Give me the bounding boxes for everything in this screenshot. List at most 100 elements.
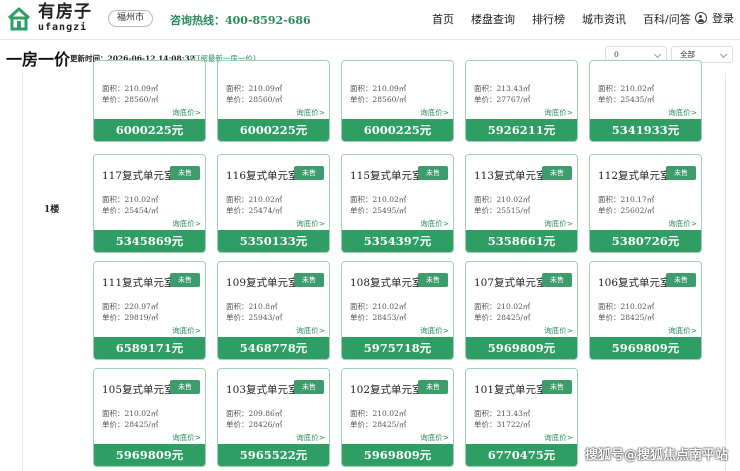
chevron-down-icon <box>653 50 662 59</box>
ask-price-link[interactable]: 询底价> <box>668 107 697 118</box>
total-price: 5380726元 <box>590 230 701 252</box>
status-badge: 未售 <box>542 380 572 394</box>
ask-price-link[interactable]: 询底价> <box>420 218 449 229</box>
ask-price-link[interactable]: 询底价> <box>172 218 201 229</box>
unit-price-per-sqm: 单价：28425/㎡ <box>598 313 655 322</box>
unit-area: 面积：209.86㎡ <box>226 409 283 418</box>
ask-price-link[interactable]: 询底价> <box>420 325 449 336</box>
floor-label: 1楼 <box>44 205 60 215</box>
unit-area: 面积：220.97㎡ <box>102 302 159 311</box>
status-badge: 未售 <box>418 380 448 394</box>
status-badge: 未售 <box>294 380 324 394</box>
unit-card[interactable]: 116复式单元室 未售 面积：210.02㎡ 单价：25474/㎡ 询底价> 535013… <box>217 154 330 253</box>
nav-ranking[interactable]: 排行榜 <box>532 11 565 27</box>
unit-name: 117复式单元室 <box>102 170 175 182</box>
unit-card[interactable]: 111复式单元室 未售 面积：220.97㎡ 单价：29819/㎡ 询底价> 658917… <box>93 261 206 360</box>
unit-name: 103复式单元室 <box>226 384 299 396</box>
unit-card[interactable]: 面积：210.09㎡ 单价：28560/㎡询底价> 6000225元 <box>341 60 454 142</box>
ask-price-link[interactable]: 询底价> <box>544 218 573 229</box>
unit-card[interactable]: 面积：213.43㎡ 单价：27767/㎡ 询底价> 5926211元 <box>465 60 578 142</box>
ask-price-link[interactable]: 询底价> <box>296 432 325 443</box>
status-badge: 未售 <box>542 273 572 287</box>
unit-price-per-sqm: 单价：28425/㎡ <box>102 420 159 429</box>
ask-price-link[interactable]: 询底价> <box>420 432 449 443</box>
unit-price-per-sqm: 单价：27767/㎡ <box>474 95 531 104</box>
ask-price-link[interactable]: 询底价> <box>172 325 201 336</box>
total-price: 5350133元 <box>218 230 329 252</box>
unit-area: 面积：210.02㎡ <box>350 302 407 311</box>
status-badge: 未售 <box>170 380 200 394</box>
ask-price-link[interactable]: 询底价> <box>544 107 573 118</box>
unit-area: 面积：213.43㎡ <box>474 409 531 418</box>
unit-price-per-sqm: 单价：25515/㎡ <box>474 206 531 215</box>
ask-price-link[interactable]: 询底价> <box>172 107 201 118</box>
unit-card[interactable]: 102复式单元室 未售 面积：210.02㎡ 单价：28425/㎡ 询底价> 596980… <box>341 368 454 467</box>
total-price: 6000225元 <box>342 119 453 141</box>
unit-area: 面积：210.17㎡ <box>598 195 655 204</box>
chevron-down-icon <box>719 50 728 59</box>
unit-area: 面积：210.02㎡ <box>102 409 159 418</box>
nav-property-search[interactable]: 楼盘查询 <box>471 11 515 27</box>
ask-price-link[interactable]: 询底价> <box>172 432 201 443</box>
unit-price-per-sqm: 单价：28425/㎡ <box>350 420 407 429</box>
login-label: 登录 <box>712 12 734 25</box>
unit-price-per-sqm: 单价：25454/㎡ <box>102 206 159 215</box>
site-logo[interactable]: 有房子 ufangzi <box>6 4 92 33</box>
ask-price-link[interactable]: 询底价> <box>544 432 573 443</box>
unit-area: 面积：213.43㎡ <box>474 84 531 93</box>
unit-card[interactable]: 109复式单元室 未售 面积：210.8㎡ 单价：25943/㎡ 询底价> 5468778… <box>217 261 330 360</box>
unit-area: 面积：210.02㎡ <box>350 409 407 418</box>
unit-name: 105复式单元室 <box>102 384 175 396</box>
ask-price-link[interactable]: 询底价> <box>296 218 325 229</box>
unit-name: 115复式单元室 <box>350 170 423 182</box>
unit-card[interactable]: 107复式单元室 未售 面积：210.02㎡ 单价：28425/㎡ 询底价> 596980… <box>465 261 578 360</box>
ask-price-link[interactable]: 询底价> <box>296 107 325 118</box>
unit-card[interactable]: 101复式单元室 未售 面积：213.43㎡ 单价：31722/㎡ 询底价> 677047… <box>465 368 578 467</box>
nav-city-news[interactable]: 城市资讯 <box>582 11 626 27</box>
ask-price-link[interactable]: 询底价> <box>420 107 449 118</box>
logo-subtitle: ufangzi <box>38 22 88 33</box>
unit-card[interactable]: 112复式单元室 未售 面积：210.17㎡ 单价：25602/㎡ 询底价> 538072… <box>589 154 702 253</box>
unit-price-per-sqm: 单价：28453/㎡ <box>350 313 407 322</box>
city-selector[interactable]: 福州市 <box>108 10 154 27</box>
unit-price-per-sqm: 单价：28560/㎡ <box>102 95 159 104</box>
unit-price-per-sqm: 单价：25435/㎡ <box>598 95 655 104</box>
page-title: 一房一价 <box>6 50 71 69</box>
unit-card[interactable]: 117复式单元室 未售 面积：210.02㎡ 单价：25454/㎡ 询底价> 534586… <box>93 154 206 253</box>
total-price: 5969809元 <box>342 444 453 466</box>
ask-price-link[interactable]: 询底价> <box>544 325 573 336</box>
unit-card[interactable]: 106复式单元室 未售 面积：210.02㎡ 单价：28425/㎡ 询底价> 596980… <box>589 261 702 360</box>
page: 有房子 ufangzi 福州市 咨询热线：400-8592-686 首页 楼盘查… <box>0 0 740 471</box>
building-select-value: 0 <box>614 50 619 59</box>
unit-card[interactable]: 面积：210.09㎡ 单价：28560/㎡ 询底价> 6000225元 <box>93 60 206 142</box>
total-price: 5975718元 <box>342 337 453 359</box>
unit-card[interactable]: 面积：210.02㎡ 单价：25435/㎡ 询底价> 5341933元 <box>589 60 702 142</box>
unit-price-per-sqm: 单价：25943/㎡ <box>226 313 283 322</box>
hotline-text: 咨询热线：400-8592-686 <box>170 14 311 27</box>
login-button[interactable]: 登录 <box>695 10 734 26</box>
status-badge: 未售 <box>294 273 324 287</box>
unit-card[interactable]: 面积：210.09㎡ 单价：28560/㎡ 询底价> 6000225元 <box>217 60 330 142</box>
nav-home[interactable]: 首页 <box>432 11 454 27</box>
unit-card[interactable]: 115复式单元室 未售 面积：210.02㎡ 单价：25495/㎡ 询底价> 535439… <box>341 154 454 253</box>
total-price: 5354397元 <box>342 230 453 252</box>
unit-area: 面积：210.09㎡ <box>350 84 407 93</box>
ask-price-link[interactable]: 询底价> <box>668 218 697 229</box>
unit-price-per-sqm: 单价：29819/㎡ <box>102 313 159 322</box>
unit-name: 113复式单元室 <box>474 170 547 182</box>
ask-price-link[interactable]: 询底价> <box>296 325 325 336</box>
status-badge: 未售 <box>418 273 448 287</box>
unit-card[interactable]: 108复式单元室 未售 面积：210.02㎡ 单价：28453/㎡ 询底价> 597571… <box>341 261 454 360</box>
unit-card[interactable]: 105复式单元室 未售面积：210.02㎡ 单价：28425/㎡询底价> 596980… <box>93 368 206 467</box>
unit-name: 109复式单元室 <box>226 277 299 289</box>
total-price: 5969809元 <box>94 444 205 466</box>
unit-card[interactable]: 113复式单元室 未售 面积：210.02㎡ 单价：25515/㎡ 询底价> 535866… <box>465 154 578 253</box>
nav-wiki-qa[interactable]: 百科/问答 <box>643 11 691 27</box>
ask-price-link[interactable]: 询底价> <box>668 325 697 336</box>
unit-area: 面积：210.02㎡ <box>598 84 655 93</box>
total-price: 6770475元 <box>466 444 577 466</box>
total-price: 5965522元 <box>218 444 329 466</box>
unit-price-per-sqm: 单价：28560/㎡ <box>350 95 407 104</box>
unit-area: 面积：210.02㎡ <box>474 302 531 311</box>
unit-card[interactable]: 103复式单元室 未售 面积：209.86㎡ 单价：28426/㎡ 询底价> 596552… <box>217 368 330 467</box>
